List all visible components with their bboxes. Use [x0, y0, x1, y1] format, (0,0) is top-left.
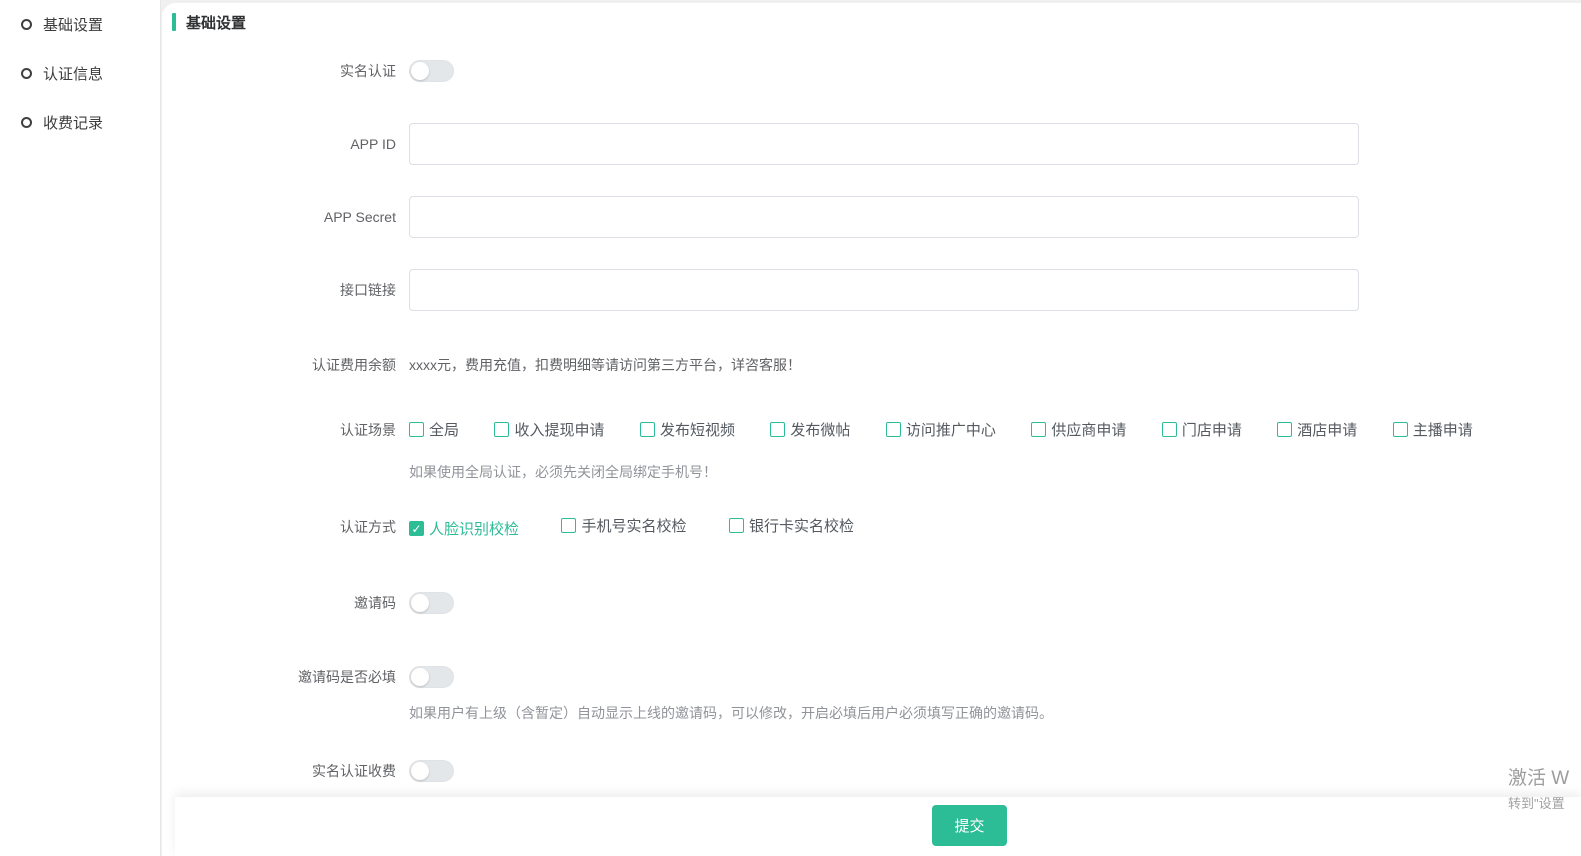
sidebar-item-fee-records[interactable]: 收费记录 — [0, 98, 160, 147]
row-api-link: 接口链接 — [162, 269, 1581, 311]
auth-scene-label: 认证场景 — [162, 419, 396, 441]
invite-code-required-hint: 如果用户有上级（含暂定）自动显示上线的邀请码，可以修改，开启必填后用户必须填写正… — [162, 703, 1581, 723]
toggle-knob — [411, 594, 429, 612]
auth-scene-options: 全局 收入提现申请 发布短视频 发布微帖 访问推广中心 供应商申请 — [409, 419, 1504, 442]
checkbox-icon — [1393, 422, 1408, 437]
app-id-input[interactable] — [409, 123, 1359, 165]
invite-code-required-toggle[interactable] — [409, 666, 454, 688]
toggle-knob — [411, 762, 429, 780]
invite-code-toggle[interactable] — [409, 592, 454, 614]
invite-code-required-label: 邀请码是否必填 — [162, 666, 396, 688]
checkbox-icon — [1031, 422, 1046, 437]
row-auth-scene: 认证场景 全局 收入提现申请 发布短视频 发布微帖 访问推广中心 — [162, 420, 1581, 440]
checkbox-icon — [409, 422, 424, 437]
toggle-knob — [411, 62, 429, 80]
sidebar-item-auth-info[interactable]: 认证信息 — [0, 49, 160, 98]
checkbox-publish-short-video[interactable]: 发布短视频 — [640, 419, 735, 440]
row-invite-code: 邀请码 — [162, 592, 1581, 614]
checkbox-icon — [494, 422, 509, 437]
circle-icon — [21, 68, 32, 79]
app-secret-input[interactable] — [409, 196, 1359, 238]
checkbox-phone-realname[interactable]: 手机号实名校检 — [561, 515, 686, 536]
sidebar-item-label: 基础设置 — [43, 14, 103, 35]
row-app-secret: APP Secret — [162, 196, 1581, 238]
auth-scene-hint: 如果使用全局认证，必须先关闭全局绑定手机号！ — [162, 462, 1581, 482]
row-auth-method: 认证方式 人脸识别校检 手机号实名校检 银行卡实名校检 — [162, 517, 1581, 537]
checkbox-checked-icon — [409, 521, 424, 536]
checkbox-visit-promo-center[interactable]: 访问推广中心 — [886, 419, 996, 440]
page-title: 基础设置 — [186, 12, 246, 33]
row-invite-code-required: 邀请码是否必填 — [162, 666, 1581, 688]
row-realname-auth-fee: 实名认证收费 — [162, 760, 1581, 782]
checkbox-icon — [640, 422, 655, 437]
checkbox-face-recognition[interactable]: 人脸识别校检 — [409, 518, 519, 539]
checkbox-icon — [1277, 422, 1292, 437]
invite-code-label: 邀请码 — [162, 592, 396, 614]
auth-method-label: 认证方式 — [162, 516, 396, 538]
checkbox-hotel-apply[interactable]: 酒店申请 — [1277, 419, 1357, 440]
realname-auth-label: 实名认证 — [162, 60, 396, 82]
checkbox-bankcard-realname[interactable]: 银行卡实名校检 — [729, 515, 854, 536]
checkbox-icon — [729, 518, 744, 533]
submit-button[interactable]: 提交 — [932, 805, 1007, 846]
app-id-label: APP ID — [162, 133, 396, 155]
auth-method-options: 人脸识别校检 手机号实名校检 银行卡实名校检 — [409, 515, 892, 540]
checkbox-withdraw-apply[interactable]: 收入提现申请 — [494, 419, 604, 440]
main-content: 基础设置 实名认证 APP ID APP Secret 接口链接 认证费用余额 … — [162, 3, 1581, 856]
fee-balance-value: xxxx元，费用充值，扣费明细等请访问第三方平台，详咨客服！ — [409, 355, 801, 375]
checkbox-icon — [561, 518, 576, 533]
api-link-input[interactable] — [409, 269, 1359, 311]
checkbox-global[interactable]: 全局 — [409, 419, 459, 440]
checkbox-store-apply[interactable]: 门店申请 — [1162, 419, 1242, 440]
checkbox-icon — [770, 422, 785, 437]
realname-auth-fee-toggle[interactable] — [409, 760, 454, 782]
sidebar-item-label: 收费记录 — [43, 112, 103, 133]
sidebar: 基础设置 认证信息 收费记录 — [0, 0, 161, 856]
api-link-label: 接口链接 — [162, 279, 396, 301]
realname-auth-fee-label: 实名认证收费 — [162, 760, 396, 782]
checkbox-icon — [1162, 422, 1177, 437]
fee-balance-label: 认证费用余额 — [162, 354, 396, 376]
row-fee-balance: 认证费用余额 xxxx元，费用充值，扣费明细等请访问第三方平台，详咨客服！ — [162, 355, 1581, 375]
checkbox-supplier-apply[interactable]: 供应商申请 — [1031, 419, 1126, 440]
checkbox-anchor-apply[interactable]: 主播申请 — [1393, 419, 1473, 440]
row-app-id: APP ID — [162, 123, 1581, 165]
circle-icon — [21, 117, 32, 128]
title-accent-bar — [172, 13, 176, 31]
toggle-knob — [411, 668, 429, 686]
checkbox-icon — [886, 422, 901, 437]
page-title-row: 基础设置 — [162, 12, 1581, 32]
checkbox-publish-micro-post[interactable]: 发布微帖 — [770, 419, 850, 440]
realname-auth-toggle[interactable] — [409, 60, 454, 82]
row-realname-auth: 实名认证 — [162, 60, 1581, 82]
sidebar-item-label: 认证信息 — [43, 63, 103, 84]
circle-icon — [21, 19, 32, 30]
sidebar-item-basic-settings[interactable]: 基础设置 — [0, 0, 160, 49]
app-secret-label: APP Secret — [162, 206, 396, 228]
footer-bar: 提交 — [175, 797, 1581, 856]
